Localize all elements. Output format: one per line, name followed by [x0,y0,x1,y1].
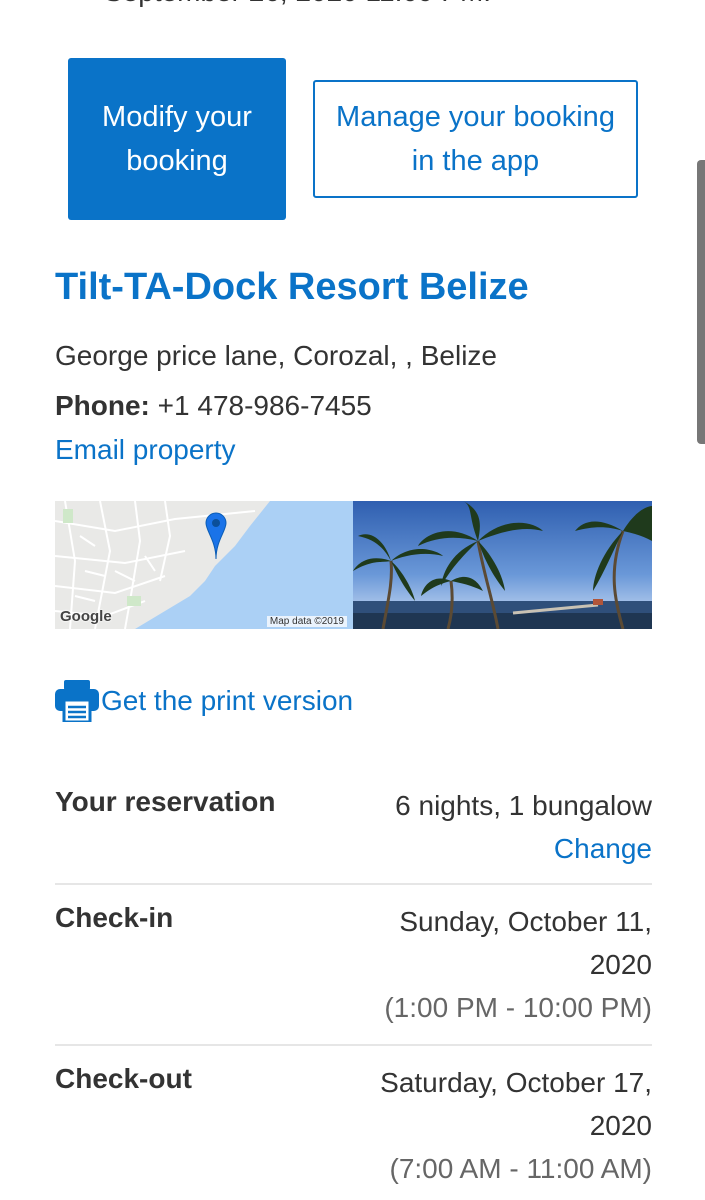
phone-label: Phone: [55,390,150,421]
map-attribution: Map data ©2019 [266,616,347,627]
divider [55,883,652,885]
modify-booking-label: Modify your booking [102,101,252,177]
google-logo: Google [60,608,112,625]
phone-number[interactable]: +1 478-986-7455 [158,390,372,421]
modify-booking-button[interactable]: Modify your booking [68,58,286,220]
booking-confirmation-page: September 26, 2020 11:09 PM. Modify your… [0,0,705,1200]
reservation-value-block: 6 nights, 1 bungalow Change [322,784,652,870]
reservation-label: Your reservation [55,786,276,817]
checkout-row: Check-out Saturday, October 17, 2020 (7:… [55,1061,652,1191]
printer-icon [55,680,99,722]
checkin-value-block: Sunday, October 11, 2020 (1:00 PM - 10:0… [322,900,652,1029]
checkin-label: Check-in [55,902,174,933]
checkout-year: 2020 [589,1110,652,1141]
change-reservation-link[interactable]: Change [322,827,652,870]
print-version-label: Get the print version [101,685,354,716]
beach-photo-image [353,501,652,629]
checkin-row: Check-in Sunday, October 11, 2020 (1:00 … [55,900,652,1030]
scrollbar-thumb[interactable] [697,160,705,444]
reservation-row: Your reservation 6 nights, 1 bungalow Ch… [55,784,652,874]
print-version-link[interactable]: Get the print version [55,678,353,724]
divider [55,1044,652,1046]
property-phone: Phone: +1 478-986-7455 [55,390,372,422]
property-photo[interactable] [353,501,652,629]
manage-in-app-label: Manage your booking in the app [336,101,615,177]
checkin-date: Sunday, October 11, [399,906,652,937]
checkout-label: Check-out [55,1063,192,1094]
checkout-time: (7:00 AM - 11:00 AM) [389,1153,653,1184]
checkout-date: Saturday, October 17, [380,1067,652,1098]
checkin-time: (1:00 PM - 10:00 PM) [384,992,652,1023]
checkin-year: 2020 [589,949,652,980]
property-name-link[interactable]: Tilt-TA-Dock Resort Belize [55,266,529,309]
manage-in-app-button[interactable]: Manage your booking in the app [313,80,638,198]
checkout-value-block: Saturday, October 17, 2020 (7:00 AM - 11… [322,1061,652,1190]
reservation-value: 6 nights, 1 bungalow [395,790,652,821]
property-address: George price lane, Corozal, , Belize [55,340,497,371]
email-property-link[interactable]: Email property [55,434,236,466]
property-map[interactable]: Google Map data ©2019 [55,501,353,629]
confirmation-date-text: September 26, 2020 11:09 PM. [104,0,491,8]
